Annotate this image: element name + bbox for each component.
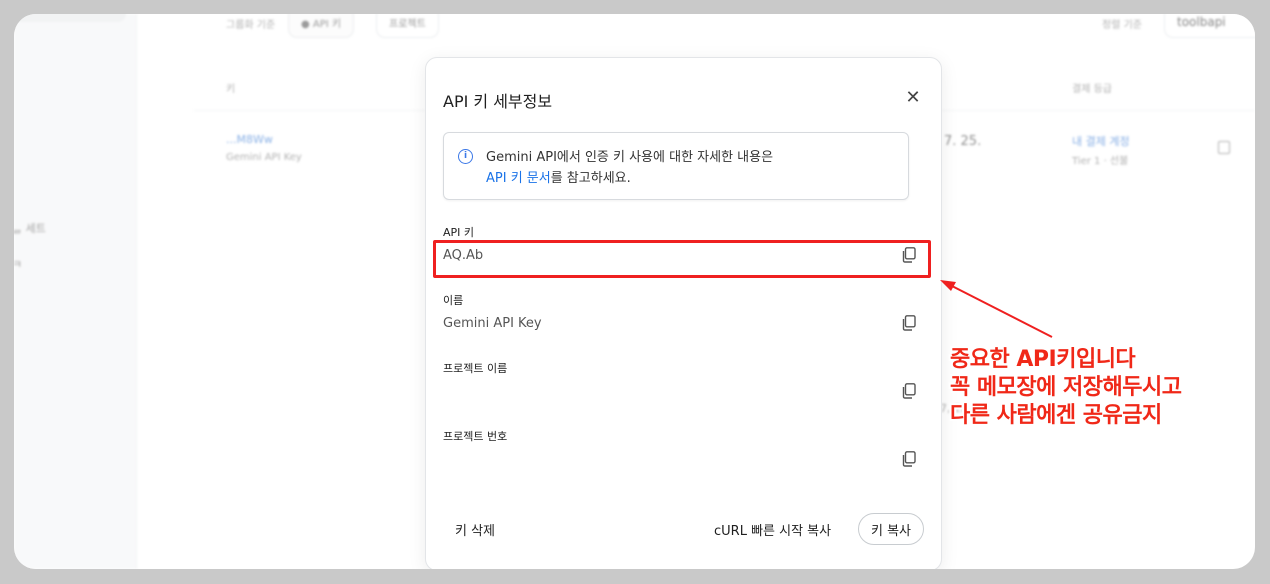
annotation-arrow [940,280,1053,338]
annotation-text: 중요한 API키입니다 꼭 메모장에 저장해두시고 다른 사람에겐 공유금지 [950,347,1182,428]
